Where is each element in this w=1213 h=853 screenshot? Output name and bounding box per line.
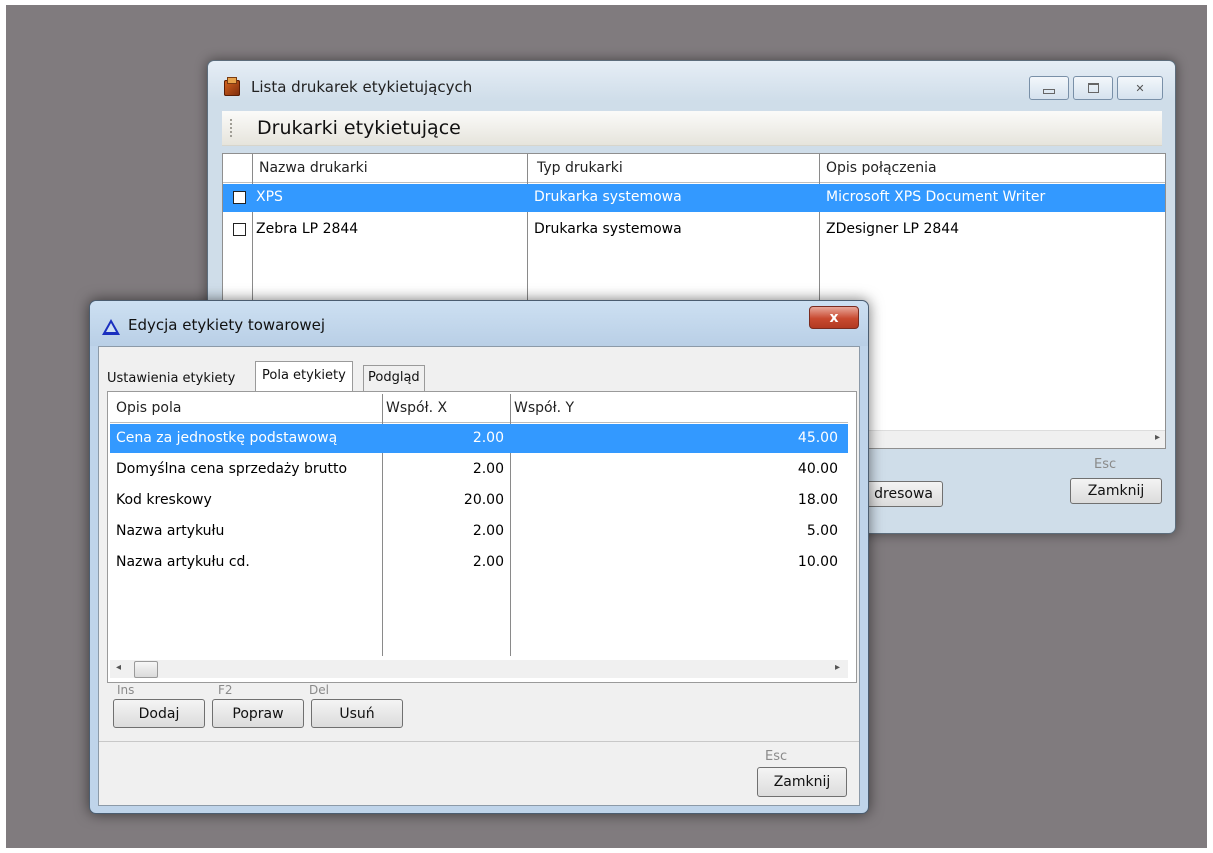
scroll-right-icon[interactable]: ▸ [835,662,840,673]
row-checkbox[interactable] [233,223,246,236]
close-shortcut-label: Esc [765,749,788,764]
maximize-icon [1087,83,1099,93]
field-name-cell: Cena za jednostkę podstawową [116,430,338,446]
printer-name-cell: Zebra LP 2844 [256,221,359,237]
triangle-icon [102,319,120,335]
window-controls: ✕ [1029,76,1163,100]
field-y-cell: 40.00 [797,461,838,477]
field-name-cell: Nazwa artykułu cd. [116,554,250,570]
field-x-cell: 2.00 [472,461,504,477]
table-row[interactable]: Nazwa artykułu cd. 2.00 10.00 [110,548,848,577]
field-y-cell: 45.00 [797,430,838,446]
close-icon: ✕ [1135,81,1145,95]
minimize-button[interactable] [1029,76,1069,100]
field-y-cell: 10.00 [797,554,838,570]
field-x-cell: 20.00 [463,492,504,508]
field-y-cell: 18.00 [797,492,838,508]
delete-shortcut-label: Del [309,683,329,697]
fields-tab-panel: Opis pola Współ. X Współ. Y Cena za jedn… [107,391,857,683]
printer-name-cell: XPS [256,189,283,205]
section-header: Drukarki etykietujące [222,111,1162,146]
minimize-icon [1043,88,1055,94]
column-header-x[interactable]: Współ. X [386,400,447,416]
field-y-cell: 5.00 [806,523,838,539]
delete-button[interactable]: Usuń [311,699,403,728]
row-checkbox[interactable] [233,191,246,204]
tab-preview[interactable]: Podgląd [363,365,425,391]
horizontal-scrollbar[interactable]: ◂ ▸ [110,660,848,678]
edit-shortcut-label: F2 [218,683,233,697]
printer-type-cell: Drukarka systemowa [534,189,682,205]
table-row[interactable]: Zebra LP 2844 Drukarka systemowa ZDesign… [223,216,1165,244]
close-button-dialog[interactable]: Zamknij [757,767,847,797]
scroll-right-icon[interactable]: ▸ [1155,432,1160,443]
table-row[interactable]: XPS Drukarka systemowa Microsoft XPS Doc… [223,184,1165,212]
add-button[interactable]: Dodaj [113,699,205,728]
table-row[interactable]: Cena za jednostkę podstawową 2.00 45.00 [110,424,848,453]
field-x-cell: 2.00 [472,523,504,539]
printer-grid-header: Nazwa drukarki Typ drukarki Opis połącze… [223,154,1165,183]
scroll-left-icon[interactable]: ◂ [116,662,121,673]
section-title: Drukarki etykietujące [257,117,461,139]
printer-list-titlebar[interactable]: Lista drukarek etykietujących ✕ [208,61,1175,101]
label-edit-dialog: Edycja etykiety towarowej x Ustawienia e… [89,300,869,814]
footer-divider [99,741,859,742]
column-header-field[interactable]: Opis pola [116,400,181,416]
field-name-cell: Kod kreskowy [116,492,212,508]
close-shortcut-label: Esc [1094,457,1117,472]
add-shortcut-label: Ins [117,683,135,697]
fields-grid-header: Opis pola Współ. X Współ. Y [110,394,848,423]
column-header-connection[interactable]: Opis połączenia [826,160,937,176]
table-row[interactable]: Nazwa artykułu 2.00 5.00 [110,517,848,546]
grip-icon [230,119,232,137]
dialog-title: Edycja etykiety towarowej [128,316,326,334]
field-x-cell: 2.00 [472,554,504,570]
scrollbar-thumb[interactable] [134,661,158,678]
table-row[interactable]: Domyślna cena sprzedaży brutto 2.00 40.0… [110,455,848,484]
field-x-cell: 2.00 [472,430,504,446]
table-row[interactable]: Kod kreskowy 20.00 18.00 [110,486,848,515]
close-icon: x [829,309,839,326]
dialog-titlebar[interactable]: Edycja etykiety towarowej x [90,301,868,346]
maximize-button[interactable] [1073,76,1113,100]
close-button[interactable]: ✕ [1117,76,1163,100]
field-name-cell: Nazwa artykułu [116,523,225,539]
close-button-back[interactable]: Zamknij [1070,478,1162,504]
window-title: Lista drukarek etykietujących [251,78,473,96]
package-icon [224,77,240,96]
dialog-client-area: Ustawienia etykiety Pola etykiety Podglą… [98,346,860,806]
printer-type-cell: Drukarka systemowa [534,221,682,237]
printer-connection-cell: ZDesigner LP 2844 [826,221,960,237]
fields-grid[interactable]: Opis pola Współ. X Współ. Y Cena za jedn… [110,394,848,656]
column-header-y[interactable]: Współ. Y [514,400,574,416]
printer-connection-cell: Microsoft XPS Document Writer [826,189,1046,205]
edit-button[interactable]: Popraw [212,699,304,728]
field-name-cell: Domyślna cena sprzedaży brutto [116,461,348,477]
dialog-close-button[interactable]: x [809,306,859,329]
column-header-name[interactable]: Nazwa drukarki [259,160,368,176]
column-header-type[interactable]: Typ drukarki [537,160,623,176]
tab-label-fields[interactable]: Pola etykiety [255,361,353,391]
